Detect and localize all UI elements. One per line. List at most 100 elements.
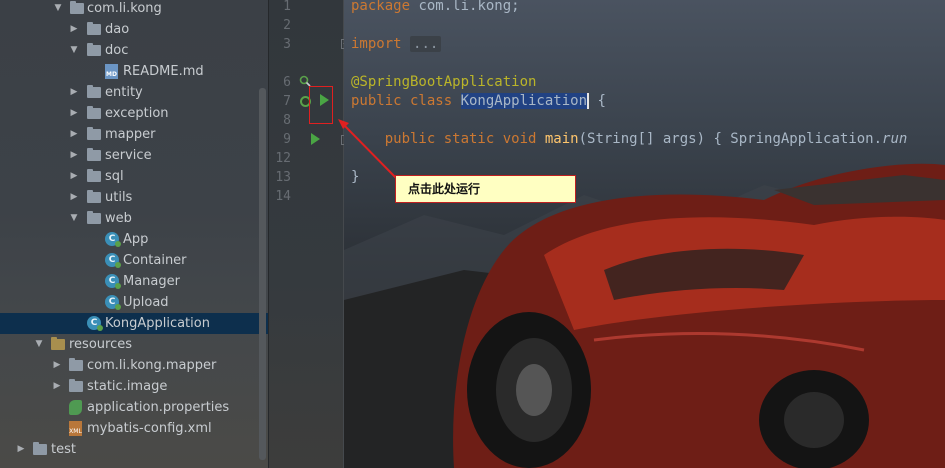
package-folder-icon	[87, 190, 101, 203]
chevron-right-icon[interactable]: ▶	[51, 355, 63, 376]
tree-item-label: com.li.kong.mapper	[87, 358, 217, 373]
tree-item-label: static.image	[87, 379, 168, 394]
tree-item-label: Manager	[123, 274, 180, 289]
tree-item-service[interactable]: ▶ service	[0, 145, 268, 166]
tree-item-doc[interactable]: ▼ doc	[0, 40, 268, 61]
tree-item-label: test	[51, 442, 76, 457]
class-name-token: KongApplication	[460, 93, 588, 109]
tree-item-resources[interactable]: ▼ resources	[0, 334, 268, 355]
editor-gutter: 1 2 3 6 7 8 9 12 13 14 + -	[268, 0, 351, 468]
tree-item-label: web	[105, 211, 132, 226]
spring-class-icon: C	[105, 253, 121, 268]
tree-item-dao[interactable]: ▶ dao	[0, 19, 268, 40]
code-token: com.li.kong;	[410, 0, 520, 14]
tree-item-application-properties[interactable]: application.properties	[0, 397, 268, 418]
chevron-right-icon[interactable]: ▶	[68, 145, 80, 166]
xml-file-icon: XML	[69, 421, 82, 436]
package-folder-icon	[87, 169, 101, 182]
tree-item-sql[interactable]: ▶ sql	[0, 166, 268, 187]
tree-item-entity[interactable]: ▶ entity	[0, 82, 268, 103]
package-folder-icon	[87, 211, 101, 224]
tree-item-test[interactable]: ▶ test	[0, 439, 268, 460]
tree-item-label: exception	[105, 106, 169, 121]
run-here-callout: 点击此处运行	[395, 175, 576, 203]
chevron-right-icon[interactable]: ▶	[68, 103, 80, 124]
tree-item-label: doc	[105, 43, 129, 58]
keyword-token: import	[351, 36, 402, 52]
chevron-right-icon[interactable]: ▶	[68, 124, 80, 145]
chevron-down-icon[interactable]: ▼	[52, 0, 64, 19]
chevron-down-icon[interactable]: ▼	[68, 40, 80, 61]
tree-item-label: dao	[105, 22, 130, 37]
spring-class-icon: C	[105, 232, 121, 247]
tree-item-manager[interactable]: C Manager	[0, 271, 268, 292]
run-main-icon[interactable]	[311, 133, 320, 145]
tree-item-label: utils	[105, 190, 133, 205]
package-folder-icon	[87, 43, 101, 56]
tree-item-label: mybatis-config.xml	[87, 421, 212, 436]
tree-item-exception[interactable]: ▶ exception	[0, 103, 268, 124]
keyword-token: public class	[351, 93, 461, 109]
code-line-package: package com.li.kong;	[351, 0, 520, 16]
code-editor[interactable]: package com.li.kong; import ... @SpringB…	[344, 0, 945, 468]
tree-item-label: Upload	[123, 295, 169, 310]
spring-class-icon: C	[105, 295, 121, 310]
package-folder-icon	[87, 127, 101, 140]
tree-item-mapper[interactable]: ▶ mapper	[0, 124, 268, 145]
tree-item-readme[interactable]: MD README.md	[0, 61, 268, 82]
method-name-token: main	[544, 131, 579, 147]
code-line-class-declaration: public class KongApplication {	[351, 92, 606, 111]
method-call-token: run	[882, 131, 908, 147]
line-number: 6	[283, 75, 291, 90]
tree-item-label: README.md	[123, 64, 204, 79]
project-tree: ▼ com.li.kong ▶ dao ▼ doc MD README.md ▶…	[0, 0, 268, 468]
tree-scrollbar[interactable]	[259, 88, 266, 460]
tree-item-upload[interactable]: C Upload	[0, 292, 268, 313]
folder-icon	[69, 379, 83, 392]
spring-properties-icon	[69, 400, 82, 415]
chevron-right-icon[interactable]: ▶	[68, 166, 80, 187]
code-token: (String[] args) { SpringApplication.	[578, 131, 883, 147]
package-folder-icon	[87, 22, 101, 35]
package-folder-icon	[87, 148, 101, 161]
tree-item-label: Container	[123, 253, 187, 268]
callout-text: 点击此处运行	[408, 182, 481, 196]
tree-item-label: KongApplication	[105, 316, 210, 331]
line-number: 13	[275, 170, 291, 185]
tree-item-app[interactable]: C App	[0, 229, 268, 250]
chevron-down-icon[interactable]: ▼	[68, 208, 80, 229]
tree-item-label: sql	[105, 169, 124, 184]
keyword-token: package	[351, 0, 411, 14]
package-folder-icon	[87, 85, 101, 98]
tree-item-web[interactable]: ▼ web	[0, 208, 268, 229]
line-number: 2	[283, 18, 291, 33]
tree-item-container[interactable]: C Container	[0, 250, 268, 271]
tree-item-utils[interactable]: ▶ utils	[0, 187, 268, 208]
chevron-down-icon[interactable]: ▼	[33, 334, 45, 355]
tree-item-label: mapper	[105, 127, 156, 142]
line-number: 3	[283, 37, 291, 52]
tree-item-label: application.properties	[87, 400, 230, 415]
tree-item-static-image[interactable]: ▶ static.image	[0, 376, 268, 397]
folded-imports[interactable]: ...	[410, 36, 442, 52]
code-token: {	[587, 93, 606, 109]
resources-folder-icon	[51, 337, 65, 350]
code-line-main-method: public static void main(String[] args) {…	[351, 130, 908, 149]
chevron-right-icon[interactable]: ▶	[15, 439, 27, 460]
tree-item-mybatis-config[interactable]: XML mybatis-config.xml	[0, 418, 268, 439]
chevron-right-icon[interactable]: ▶	[68, 187, 80, 208]
tree-item-kongapplication[interactable]: C KongApplication	[0, 313, 268, 334]
line-number: 7	[283, 94, 291, 109]
chevron-right-icon[interactable]: ▶	[68, 19, 80, 40]
chevron-right-icon[interactable]: ▶	[51, 376, 63, 397]
package-folder-icon	[87, 106, 101, 119]
spring-class-icon: C	[105, 274, 121, 289]
line-number: 12	[275, 151, 291, 166]
annotation-token: @SpringBootApplication	[351, 74, 537, 90]
chevron-right-icon[interactable]: ▶	[68, 82, 80, 103]
tree-item-com-li-kong-mapper[interactable]: ▶ com.li.kong.mapper	[0, 355, 268, 376]
tree-item-com-li-kong[interactable]: ▼ com.li.kong	[0, 0, 268, 19]
code-line-annotation: @SpringBootApplication	[351, 73, 536, 92]
line-number: 1	[283, 0, 291, 14]
tree-item-label: com.li.kong	[87, 1, 162, 16]
